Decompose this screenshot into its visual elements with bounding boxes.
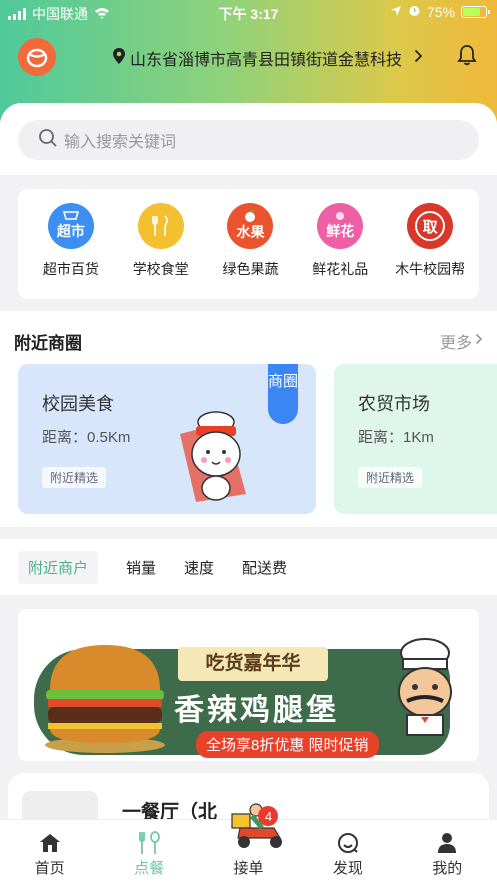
bottom-nav: 首页 点餐 4 接单 发现 我的 (0, 803, 497, 883)
nav-discover[interactable]: 发现 (308, 832, 388, 878)
tab-delivery-fee[interactable]: 配送费 (242, 557, 287, 578)
category-produce[interactable]: 水果 绿色果蔬 (206, 203, 296, 299)
tab-sales[interactable]: 销量 (126, 557, 156, 578)
business-tag: 附近精选 (42, 467, 107, 488)
bell-icon[interactable] (457, 44, 477, 71)
category-label: 鲜花礼品 (312, 261, 369, 277)
tab-speed[interactable]: 速度 (184, 557, 214, 578)
tab-nearby-merchants[interactable]: 附近商户 (18, 550, 99, 584)
category-label: 木牛校园帮 (395, 261, 466, 277)
nav-label: 我的 (432, 860, 463, 877)
category-icon-text: 水果 (236, 224, 265, 240)
main-content: 输入搜索关键词 超市 超市百货 学校食堂 水果 绿色果蔬 鲜花 鲜花礼品 取 木… (0, 103, 497, 843)
more-label: 更多 (439, 335, 472, 352)
merchant-sort-tabs: 附近商户 销量 速度 配送费 (0, 539, 497, 595)
status-bar: 中国联通 下午 3:17 75% (0, 0, 497, 26)
category-supermarket[interactable]: 超市 超市百货 (26, 203, 116, 299)
category-label: 超市百货 (42, 261, 99, 277)
battery-icon (461, 6, 490, 18)
alarm-icon (408, 4, 421, 20)
promo-banner-section: 吃货嘉年华 香辣鸡腿堡 全场享8折优惠 限时促销 (0, 595, 497, 761)
app-logo-icon[interactable] (18, 38, 56, 76)
business-distance: 距离：1Km (358, 429, 434, 446)
discover-icon (337, 832, 359, 854)
category-label: 学校食堂 (132, 261, 189, 277)
category-canteen[interactable]: 学校食堂 (116, 203, 206, 299)
section-title: 附近商圈 (14, 334, 82, 353)
category-flowers[interactable]: 鲜花 鲜花礼品 (295, 203, 385, 299)
utensils-icon (137, 203, 184, 249)
nav-accept-orders[interactable]: 4 接单 (208, 803, 288, 878)
nav-label: 发现 (332, 860, 363, 877)
promo-banner[interactable]: 吃货嘉年华 香辣鸡腿堡 全场享8折优惠 限时促销 (18, 609, 479, 761)
business-card-farmers-market[interactable]: 农贸市场 距离：1Km 附近精选 (334, 364, 497, 514)
pickup-icon: 取 (407, 203, 454, 249)
user-icon (437, 832, 457, 854)
chef-icon (385, 637, 465, 742)
category-icon-text: 鲜花 (326, 223, 355, 239)
category-icon-text: 超市 (56, 223, 85, 239)
category-campus-helper[interactable]: 取 木牛校园帮 (385, 203, 475, 299)
utensils-icon (136, 831, 162, 854)
nav-label: 接单 (233, 860, 264, 877)
business-card-campus-food[interactable]: 校园美食 距离：0.5Km 附近精选 商圈 (18, 364, 316, 514)
nav-profile[interactable]: 我的 (407, 832, 487, 878)
search-section: 输入搜索关键词 (0, 103, 497, 175)
search-input[interactable]: 输入搜索关键词 (18, 120, 479, 160)
nearby-business-section: 附近商圈 更多 校园美食 距离：0.5Km 附近精选 商圈 农贸市场 距离：1K… (0, 311, 497, 527)
nav-label: 点餐 (134, 860, 165, 877)
flower-icon: 鲜花 (317, 203, 364, 249)
nav-label: 首页 (34, 860, 65, 877)
fruit-icon: 水果 (227, 203, 274, 249)
promo-title: 吃货嘉年华 (178, 647, 328, 681)
location-arrow-icon (390, 4, 402, 20)
delivery-scooter-icon (230, 800, 288, 854)
category-label: 绿色果蔬 (222, 261, 279, 277)
supermarket-icon: 超市 (47, 203, 94, 249)
nav-home[interactable]: 首页 (10, 832, 90, 878)
business-tag: 附近精选 (358, 467, 423, 488)
ribbon-badge: 商圈 (268, 364, 298, 424)
search-placeholder: 输入搜索关键词 (64, 134, 177, 151)
chevron-right-icon (414, 49, 423, 68)
home-icon (39, 832, 61, 854)
search-icon (38, 128, 58, 153)
business-name: 农贸市场 (358, 394, 430, 414)
promo-headline: 香辣鸡腿堡 (174, 694, 339, 727)
business-distance: 距离：0.5Km (42, 429, 131, 446)
location-text: 山东省淄博市高青县田镇街道金慧科技 (130, 52, 403, 69)
promo-subtitle: 全场享8折优惠 限时促销 (196, 731, 379, 758)
chef-mascot-icon (176, 404, 256, 509)
business-name: 校园美食 (42, 394, 114, 414)
category-icon-text: 取 (415, 211, 446, 241)
map-pin-icon (112, 47, 126, 70)
burger-icon (40, 635, 170, 760)
battery-percent: 75% (426, 4, 455, 20)
location-selector[interactable]: 山东省淄博市高青县田镇街道金慧科技 (112, 46, 423, 70)
nav-order[interactable]: 点餐 (109, 831, 189, 878)
chevron-right-icon (475, 332, 483, 350)
category-row: 超市 超市百货 学校食堂 水果 绿色果蔬 鲜花 鲜花礼品 取 木牛校园帮 (18, 189, 479, 299)
more-link[interactable]: 更多 (440, 329, 483, 353)
